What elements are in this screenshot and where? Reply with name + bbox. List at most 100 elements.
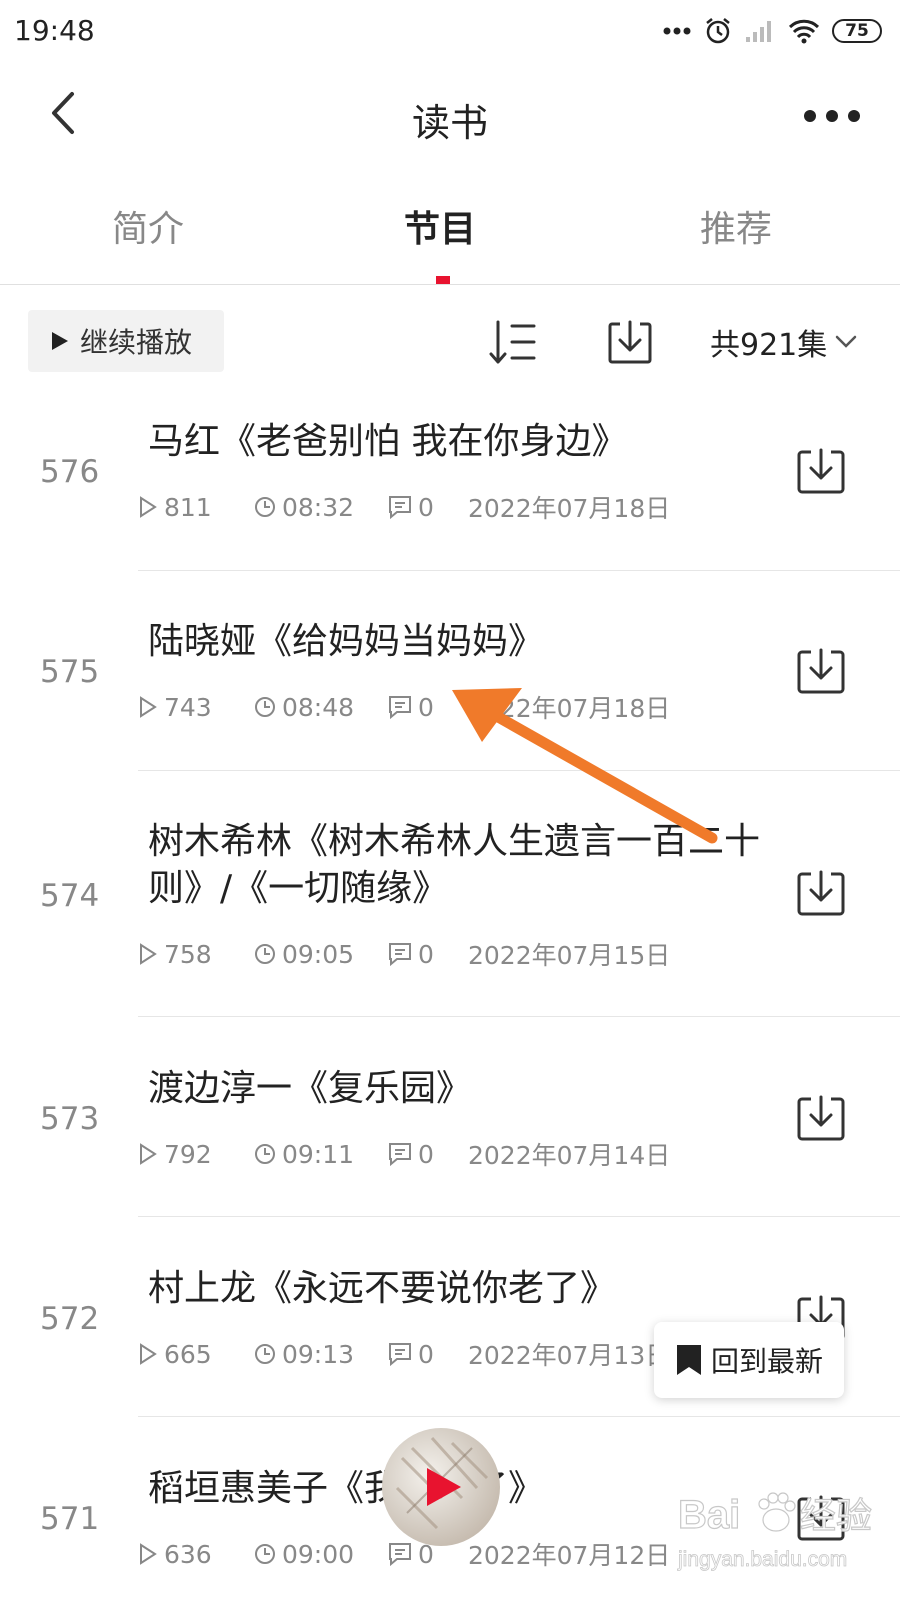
episode-number: 573: [40, 1101, 100, 1137]
continue-play-button[interactable]: 继续播放: [28, 310, 224, 372]
download-icon[interactable]: [796, 1095, 846, 1143]
comment-count: 0: [388, 1140, 468, 1169]
mini-player-button[interactable]: [382, 1428, 500, 1546]
tab-recommend[interactable]: 推荐: [636, 200, 836, 252]
sort-icon[interactable]: [488, 318, 538, 366]
publish-date: 2022年07月13日: [468, 1341, 671, 1370]
comment-count-value: 0: [418, 492, 434, 522]
play-count: 636: [138, 1540, 254, 1569]
episode-title[interactable]: 村上龙《永远不要说你老了》: [148, 1265, 788, 1312]
duration: 08:48: [254, 693, 388, 722]
duration: 09:11: [254, 1140, 388, 1169]
play-count-value: 792: [164, 1139, 212, 1169]
comment-count-value: 0: [418, 1139, 434, 1169]
watermark-url: jingyan.baidu.com: [677, 1548, 847, 1571]
clock-icon: [255, 1344, 275, 1364]
comment-count: 0: [388, 1340, 468, 1369]
episode-meta: 758 09:05 0 2022年07月15日: [138, 939, 671, 970]
status-time: 19:48: [14, 14, 95, 47]
play-count-value: 743: [164, 692, 212, 722]
tab-indicator: [436, 276, 450, 284]
play-count-value: 811: [164, 492, 212, 522]
comment-icon: [389, 943, 411, 966]
row-divider: [138, 1216, 900, 1217]
clock-icon: [255, 1144, 275, 1164]
comment-count: 0: [388, 693, 468, 722]
status-icons: 75: [662, 14, 882, 48]
row-divider: [138, 1416, 900, 1417]
play-count-value: 758: [164, 939, 212, 969]
download-icon[interactable]: [796, 870, 846, 918]
clock-icon: [255, 697, 275, 717]
row-divider: [138, 1016, 900, 1017]
duration-value: 09:11: [282, 1139, 355, 1169]
play-count-icon: [140, 1143, 157, 1165]
watermark-brand2: 经验: [800, 1496, 872, 1537]
play-count: 792: [138, 1140, 254, 1169]
publish-date: 2022年07月14日: [468, 1141, 671, 1170]
download-all-icon[interactable]: [606, 318, 654, 366]
continue-play-label: 继续播放: [80, 326, 193, 359]
signal-icon: [746, 21, 771, 42]
episode-meta: 811 08:32 0 2022年07月18日: [138, 492, 671, 523]
more-dots-icon: [663, 27, 691, 35]
duration: 09:13: [254, 1340, 388, 1369]
episode-number: 576: [40, 454, 100, 490]
clock-icon: [255, 1544, 275, 1564]
duration-value: 09:05: [282, 939, 355, 969]
episode-title[interactable]: 树木希林《树木希林人生遗言一百二十则》/《一切随缘》: [148, 818, 788, 912]
row-divider: [138, 770, 900, 771]
play-icon: [427, 1468, 461, 1506]
clock-icon: [255, 497, 275, 517]
episode-number: 575: [40, 654, 100, 690]
episode-title[interactable]: 陆晓娅《给妈妈当妈妈》: [148, 618, 788, 665]
more-menu-icon[interactable]: [800, 96, 864, 136]
duration-value: 08:32: [282, 492, 355, 522]
back-to-latest-label: 回到最新: [710, 1345, 823, 1378]
baidu-jingyan-watermark: Bai 经验 jingyan.baidu.com: [677, 1492, 873, 1571]
play-count: 665: [138, 1340, 254, 1369]
play-count-value: 636: [164, 1539, 212, 1569]
episode-meta: 743 08:48 0 2022年07月18日: [138, 692, 671, 723]
comment-count-value: 0: [418, 939, 434, 969]
episode-meta: 665 09:13 0 2022年07月13日: [138, 1339, 671, 1370]
episode-title[interactable]: 渡边淳一《复乐园》: [148, 1065, 788, 1112]
episode-count-label: 共921集: [710, 328, 828, 363]
episode-title[interactable]: 马红《老爸别怕 我在你身边》: [148, 418, 788, 465]
play-count-icon: [140, 1543, 157, 1565]
download-icon[interactable]: [796, 648, 846, 696]
duration-value: 09:00: [282, 1539, 355, 1569]
duration: 09:05: [254, 940, 388, 969]
comment-icon: [389, 496, 411, 519]
comment-icon: [389, 696, 411, 719]
play-count-value: 665: [164, 1339, 212, 1369]
comment-count-value: 0: [418, 692, 434, 722]
episode-number: 571: [40, 1501, 100, 1537]
row-divider: [138, 570, 900, 571]
duration-value: 09:13: [282, 1339, 355, 1369]
tab-divider: [0, 284, 900, 285]
alarm-icon: [706, 18, 730, 44]
chevron-down-icon: [836, 335, 857, 348]
publish-date: 2022年07月18日: [468, 694, 671, 723]
play-icon: [52, 332, 68, 350]
episode-meta: 792 09:11 0 2022年07月14日: [138, 1139, 671, 1170]
play-count-icon: [140, 1343, 157, 1365]
play-count: 758: [138, 940, 254, 969]
play-count: 743: [138, 693, 254, 722]
back-to-latest-button[interactable]: 回到最新: [654, 1322, 844, 1398]
publish-date: 2022年07月15日: [468, 941, 671, 970]
wifi-icon: [788, 19, 820, 44]
duration-value: 08:48: [282, 692, 355, 722]
comment-count: 0: [388, 940, 468, 969]
episode-number: 574: [40, 878, 100, 914]
publish-date: 2022年07月18日: [468, 494, 671, 523]
bookmark-icon: [676, 1345, 701, 1375]
tab-episodes[interactable]: 节目: [340, 200, 540, 252]
tab-intro[interactable]: 简介: [48, 200, 248, 252]
play-count-icon: [140, 696, 157, 718]
episode-count-dropdown[interactable]: 共921集: [710, 320, 857, 364]
download-icon[interactable]: [796, 448, 846, 496]
comment-count: 0: [388, 493, 468, 522]
play-count-icon: [140, 496, 157, 518]
